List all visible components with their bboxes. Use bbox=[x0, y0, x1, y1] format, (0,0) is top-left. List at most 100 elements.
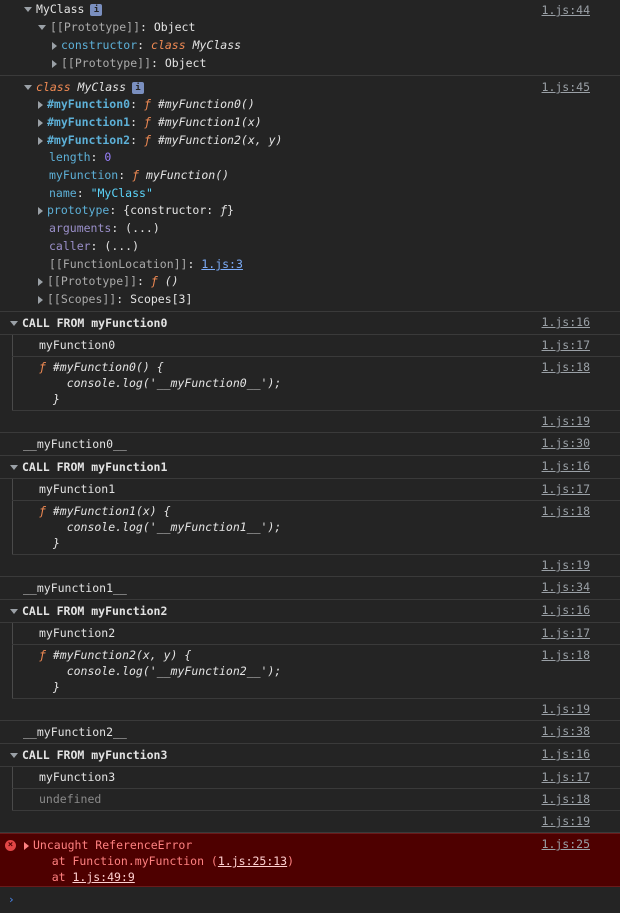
prototype-prop-row[interactable]: prototype: {constructor: ƒ} bbox=[38, 202, 234, 220]
log-entry: 1.js:17 myFunction3 bbox=[12, 767, 620, 789]
source-link[interactable]: 1.js:45 bbox=[542, 80, 590, 94]
prop-value: 0 bbox=[104, 150, 112, 164]
expand-triangle-icon[interactable] bbox=[10, 753, 18, 758]
source-link[interactable]: 1.js:17 bbox=[542, 482, 590, 496]
log-text: myFunction0 bbox=[39, 338, 116, 352]
log-text: myFunction2 bbox=[39, 626, 116, 640]
console-group-header[interactable]: 1.js:16 CALL FROM myFunction1 bbox=[0, 456, 620, 479]
prop-value: #myFunction0() bbox=[150, 97, 255, 111]
private-method-row[interactable]: #myFunction2: ƒ #myFunction2(x, y) bbox=[38, 132, 282, 150]
log-text: __myFunction1__ bbox=[23, 581, 127, 595]
expand-triangle-icon[interactable] bbox=[10, 465, 18, 470]
console-group-header[interactable]: 1.js:16 CALL FROM myFunction0 bbox=[0, 312, 620, 335]
constructor-row[interactable]: constructor: class MyClass bbox=[52, 37, 241, 55]
code-line: console.log('__myFunction0__'); bbox=[39, 376, 282, 390]
expand-triangle-icon[interactable] bbox=[24, 7, 32, 12]
object-header[interactable]: MyClass i bbox=[24, 1, 103, 19]
log-entry-function-source: 1.js:18 ƒ #myFunction1(x) { console.log(… bbox=[12, 501, 620, 555]
code-line: #myFunction2(x, y) { bbox=[45, 648, 192, 662]
stack-text: at Function.myFunction ( bbox=[24, 854, 218, 868]
group-title: CALL FROM myFunction3 bbox=[22, 748, 168, 762]
private-method-row[interactable]: #myFunction0: ƒ #myFunction0() bbox=[38, 96, 255, 114]
expand-triangle-icon[interactable] bbox=[10, 321, 18, 326]
source-link[interactable]: 1.js:19 bbox=[542, 414, 590, 428]
collapse-triangle-icon[interactable] bbox=[38, 100, 43, 109]
log-text: myFunction1 bbox=[39, 482, 116, 496]
log-entry-function-source: 1.js:18 ƒ #myFunction2(x, y) { console.l… bbox=[12, 645, 620, 699]
collapse-triangle-icon[interactable] bbox=[38, 277, 43, 286]
keyword: class bbox=[151, 38, 186, 52]
source-link[interactable]: 1.js:19 bbox=[542, 814, 590, 828]
collapse-triangle-icon[interactable] bbox=[38, 295, 43, 304]
log-entry: 1.js:30 __myFunction0__ bbox=[0, 433, 620, 456]
stack-link[interactable]: 1.js:49:9 bbox=[72, 870, 134, 884]
stack-frame: at Function.myFunction (1.js:25:13) bbox=[24, 853, 294, 871]
prop-key: caller bbox=[49, 239, 91, 253]
nested-prototype-row[interactable]: [[Prototype]]: Object bbox=[52, 55, 206, 73]
group-title: CALL FROM myFunction2 bbox=[22, 604, 168, 618]
caller-row[interactable]: caller: (...) bbox=[49, 238, 139, 256]
function-glyph: ƒ bbox=[39, 504, 46, 518]
internal-prototype-row[interactable]: [[Prototype]]: ƒ () bbox=[38, 273, 179, 291]
source-link[interactable]: 1.js:16 bbox=[542, 747, 590, 761]
info-icon[interactable]: i bbox=[132, 81, 145, 94]
source-link[interactable]: 1.js:18 bbox=[542, 792, 590, 806]
code-line: console.log('__myFunction2__'); bbox=[39, 664, 282, 678]
source-link[interactable]: 1.js:18 bbox=[542, 648, 590, 662]
function-glyph: ƒ bbox=[143, 133, 151, 147]
source-link[interactable]: 1.js:30 bbox=[542, 436, 590, 450]
source-link[interactable]: 1.js:44 bbox=[542, 3, 590, 17]
stack-link[interactable]: 1.js:25:13 bbox=[218, 854, 287, 868]
error-entry: × 1.js:25 Uncaught ReferenceError at Fun… bbox=[0, 833, 620, 887]
source-link[interactable]: 1.js:17 bbox=[542, 338, 590, 352]
source-link[interactable]: 1.js:16 bbox=[542, 315, 590, 329]
source-link[interactable]: 1.js:16 bbox=[542, 603, 590, 617]
error-message[interactable]: Uncaught ReferenceError bbox=[24, 837, 192, 855]
function-location-link[interactable]: 1.js:3 bbox=[201, 257, 243, 271]
console-group-header[interactable]: 1.js:16 CALL FROM myFunction3 bbox=[0, 744, 620, 767]
source-link[interactable]: 1.js:16 bbox=[542, 459, 590, 473]
prop-key: length bbox=[49, 150, 91, 164]
prototype-row[interactable]: [[Prototype]]: Object bbox=[38, 19, 195, 37]
collapse-triangle-icon[interactable] bbox=[38, 136, 43, 145]
collapse-triangle-icon[interactable] bbox=[38, 118, 43, 127]
private-method-row[interactable]: #myFunction1: ƒ #myFunction1(x) bbox=[38, 114, 262, 132]
myfunction-row[interactable]: myFunction: ƒ myFunction() bbox=[49, 167, 229, 185]
collapse-triangle-icon[interactable] bbox=[38, 206, 43, 215]
collapse-triangle-icon[interactable] bbox=[24, 841, 29, 850]
function-location-row: [[FunctionLocation]]: 1.js:3 bbox=[49, 256, 243, 274]
log-entry: 1.js:34 __myFunction1__ bbox=[0, 577, 620, 600]
source-link[interactable]: 1.js:17 bbox=[542, 770, 590, 784]
stack-frame: at 1.js:49:9 bbox=[24, 869, 135, 887]
source-link[interactable]: 1.js:17 bbox=[542, 626, 590, 640]
collapse-triangle-icon[interactable] bbox=[52, 41, 57, 50]
group-title: CALL FROM myFunction0 bbox=[22, 316, 168, 330]
prop-key: [[FunctionLocation]] bbox=[49, 257, 188, 271]
expand-triangle-icon[interactable] bbox=[10, 609, 18, 614]
source-link[interactable]: 1.js:18 bbox=[542, 504, 590, 518]
console-prompt-icon[interactable]: › bbox=[8, 893, 15, 906]
scopes-row[interactable]: [[Scopes]]: Scopes[3] bbox=[38, 291, 192, 309]
prop-value: : Object bbox=[140, 20, 196, 34]
prop-value: myFunction() bbox=[139, 168, 230, 182]
source-link[interactable]: 1.js:34 bbox=[542, 580, 590, 594]
arguments-row[interactable]: arguments: (...) bbox=[49, 220, 160, 238]
code-line: console.log('__myFunction1__'); bbox=[39, 520, 282, 534]
source-link[interactable]: 1.js:19 bbox=[542, 702, 590, 716]
function-glyph: ƒ bbox=[150, 274, 158, 288]
expand-triangle-icon[interactable] bbox=[38, 25, 46, 30]
prop-value: #myFunction2(x, y) bbox=[150, 133, 283, 147]
info-icon[interactable]: i bbox=[90, 3, 103, 16]
source-link[interactable]: 1.js:19 bbox=[542, 558, 590, 572]
expand-triangle-icon[interactable] bbox=[24, 85, 32, 90]
source-link[interactable]: 1.js:25 bbox=[542, 837, 590, 851]
log-text: myFunction3 bbox=[39, 770, 116, 784]
console-group-header[interactable]: 1.js:16 CALL FROM myFunction2 bbox=[0, 600, 620, 623]
class-header[interactable]: class MyClass i bbox=[24, 79, 145, 97]
function-glyph: ƒ bbox=[220, 203, 228, 217]
code-line: } bbox=[53, 536, 60, 550]
prop-key: #myFunction2 bbox=[47, 133, 131, 147]
source-link[interactable]: 1.js:18 bbox=[542, 360, 590, 374]
source-link[interactable]: 1.js:38 bbox=[542, 724, 590, 738]
collapse-triangle-icon[interactable] bbox=[52, 59, 57, 68]
